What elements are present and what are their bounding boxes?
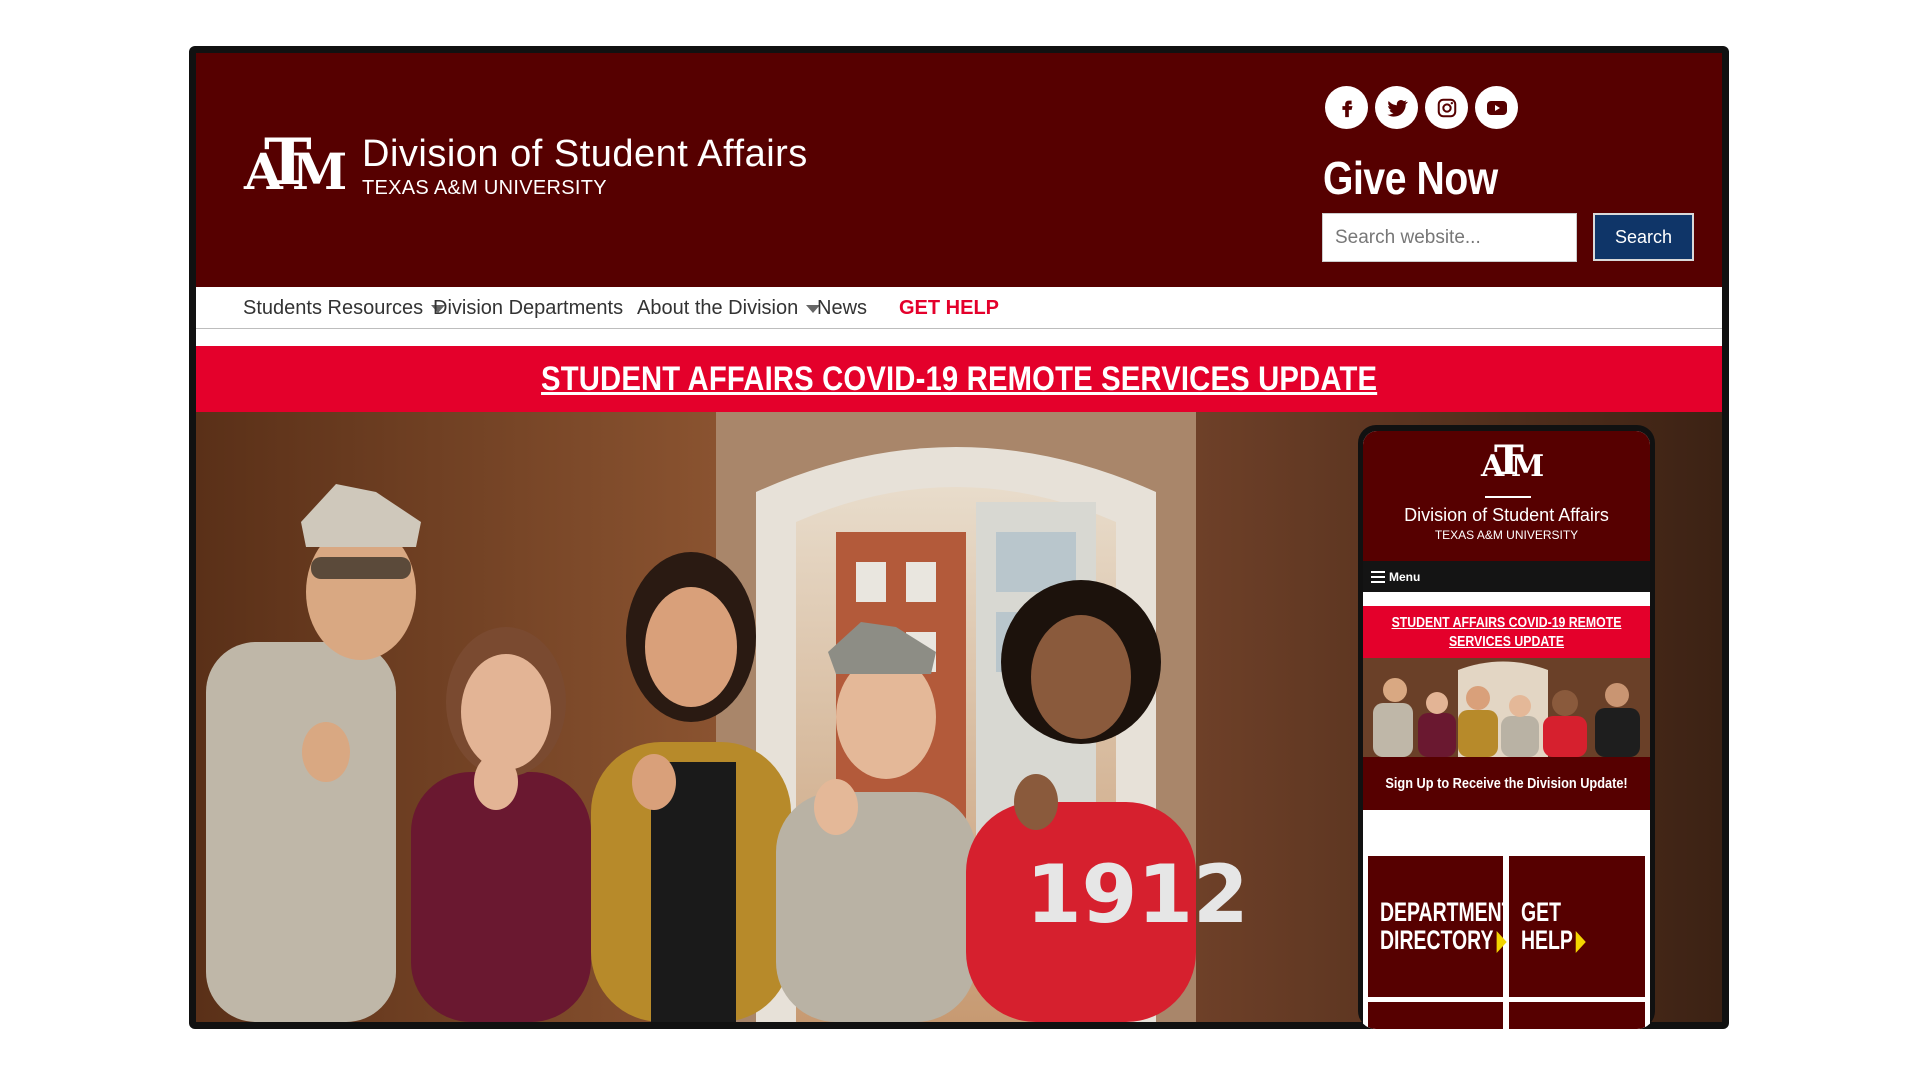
signup-text: Sign Up to Receive the Division Update! xyxy=(1385,775,1628,792)
mobile-menu-toggle[interactable]: Menu xyxy=(1363,561,1650,592)
arrow-right-icon xyxy=(1575,930,1586,953)
mobile-site-title[interactable]: Division of Student Affairs xyxy=(1363,505,1650,526)
site-header: A T M Division of Student Affairs TEXAS … xyxy=(196,53,1722,287)
mobile-hero-photo-students xyxy=(1363,658,1650,757)
twitter-icon xyxy=(1386,99,1408,117)
nav-item-about-the-division[interactable]: About the Division xyxy=(637,297,821,320)
youtube-link[interactable] xyxy=(1475,86,1518,129)
instagram-icon xyxy=(1437,98,1456,117)
get-help-tile[interactable]: GET HELP xyxy=(1509,856,1645,997)
department-directory-tile[interactable]: DEPARTMENT DIRECTORY xyxy=(1368,856,1514,997)
covid-banner: STUDENT AFFAIRS COVID-19 REMOTE SERVICES… xyxy=(196,346,1722,412)
mobile-device-frame: A T M Division of Student Affairs TEXAS … xyxy=(1358,425,1655,1029)
mobile-tile-partial[interactable] xyxy=(1509,1002,1645,1029)
logo-divider xyxy=(1485,496,1531,498)
site-subtitle: TEXAS A&M UNIVERSITY xyxy=(362,177,607,199)
atm-logo[interactable]: A T M xyxy=(1481,441,1544,485)
mobile-covid-update-link[interactable]: STUDENT AFFAIRS COVID-19 REMOTE SERVICES… xyxy=(1389,613,1624,651)
facebook-link[interactable] xyxy=(1325,86,1368,129)
atm-logo[interactable]: A T M xyxy=(244,131,347,203)
twitter-link[interactable] xyxy=(1375,86,1418,129)
covid-update-link[interactable]: STUDENT AFFAIRS COVID-19 REMOTE SERVICES… xyxy=(541,360,1377,399)
nav-item-students-resources[interactable]: Students Resources xyxy=(243,297,446,320)
menu-label: Menu xyxy=(1389,569,1421,584)
mobile-site-subtitle: TEXAS A&M UNIVERSITY xyxy=(1434,528,1579,542)
give-now-link[interactable]: Give Now xyxy=(1323,151,1498,205)
mobile-hero-photo xyxy=(1363,658,1650,757)
nav-spacer xyxy=(196,329,1722,346)
mobile-screen: A T M Division of Student Affairs TEXAS … xyxy=(1363,431,1650,1029)
hamburger-icon xyxy=(1371,570,1385,583)
nav-item-news[interactable]: News xyxy=(817,297,867,320)
division-update-signup[interactable]: Sign Up to Receive the Division Update! xyxy=(1363,757,1650,810)
site-title[interactable]: Division of Student Affairs xyxy=(362,133,808,176)
search-button[interactable]: Search xyxy=(1593,213,1694,261)
facebook-icon xyxy=(1341,100,1352,117)
mobile-tile-partial[interactable] xyxy=(1368,1002,1503,1029)
jersey-number: 1912 xyxy=(1026,848,1249,941)
mobile-spacer xyxy=(1363,592,1650,606)
mobile-header: A T M Division of Student Affairs TEXAS … xyxy=(1363,431,1650,561)
nav-item-get-help[interactable]: GET HELP xyxy=(899,297,999,320)
mobile-covid-banner: STUDENT AFFAIRS COVID-19 REMOTE SERVICES… xyxy=(1363,606,1650,658)
instagram-link[interactable] xyxy=(1425,86,1468,129)
nav-item-division-departments[interactable]: Division Departments xyxy=(433,297,623,320)
main-nav: Students Resources Division Departments … xyxy=(196,287,1722,329)
arrow-right-icon xyxy=(1496,930,1507,953)
youtube-icon xyxy=(1486,100,1507,115)
search-input[interactable] xyxy=(1322,213,1577,262)
